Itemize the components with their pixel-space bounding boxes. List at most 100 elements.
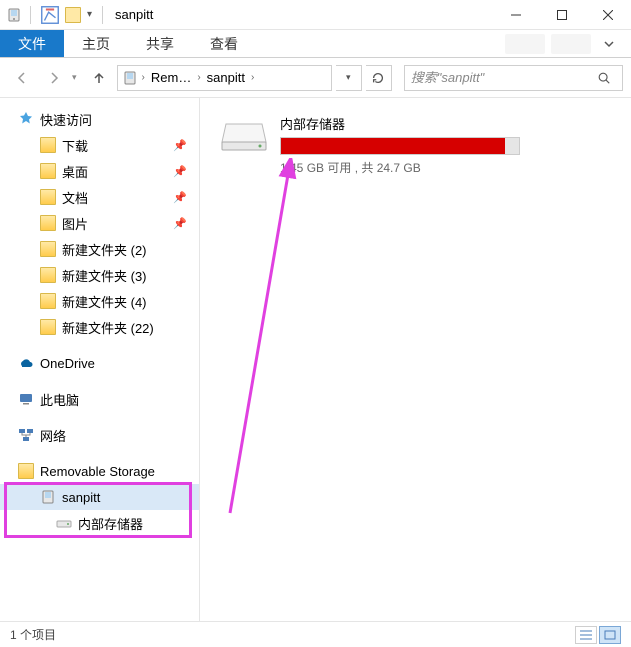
recent-locations-icon[interactable]: ▾: [72, 72, 77, 83]
content-pane[interactable]: 内部存储器 1.45 GB 可用 , 共 24.7 GB: [200, 98, 631, 621]
breadcrumb-sep-icon[interactable]: ›: [249, 72, 256, 83]
sidebar-item-label: 新建文件夹 (3): [62, 266, 147, 285]
sidebar-item-label: Removable Storage: [40, 464, 155, 479]
pin-icon: 📌: [173, 217, 187, 230]
sidebar-item-label: 快速访问: [40, 110, 92, 129]
drive-icon: [220, 118, 268, 154]
sidebar-onedrive[interactable]: OneDrive: [0, 350, 199, 376]
pin-icon: 📌: [173, 139, 187, 152]
qat-properties-icon[interactable]: [39, 4, 61, 26]
sidebar-item-label: 新建文件夹 (4): [62, 292, 147, 311]
sidebar-item-label: 桌面: [62, 162, 88, 181]
quick-access-toolbar: ▾: [0, 4, 107, 26]
sidebar-this-pc[interactable]: 此电脑: [0, 386, 199, 412]
qat-divider-2: [102, 6, 103, 24]
sidebar-network[interactable]: 网络: [0, 422, 199, 448]
sidebar-item-label: 图片: [62, 214, 88, 233]
drive-icon: [56, 515, 72, 531]
search-input[interactable]: [411, 70, 592, 85]
navigation-bar: ▾ › Rem… › sanpitt › ▾: [0, 58, 631, 98]
annotation-arrow: [220, 158, 300, 518]
sidebar-item-desktop[interactable]: 桌面 📌: [0, 158, 199, 184]
sidebar-item-internal-storage[interactable]: 内部存储器: [0, 510, 199, 536]
device-icon: [40, 489, 56, 505]
tab-share[interactable]: 共享: [128, 30, 192, 57]
status-item-count: 1 个项目: [10, 626, 56, 643]
blurred-region: [551, 34, 591, 54]
device-icon: [6, 7, 22, 23]
view-details-button[interactable]: [575, 626, 597, 644]
refresh-button[interactable]: [366, 65, 392, 91]
sidebar-item-folder[interactable]: 新建文件夹 (4): [0, 288, 199, 314]
sidebar-item-label: 此电脑: [40, 390, 79, 409]
folder-icon: [18, 463, 34, 479]
sidebar-item-folder[interactable]: 新建文件夹 (22): [0, 314, 199, 340]
sidebar-item-label: 新建文件夹 (22): [62, 318, 154, 337]
pin-icon: 📌: [173, 165, 187, 178]
storage-fill: [281, 138, 505, 154]
network-icon: [18, 427, 34, 443]
close-button[interactable]: [585, 0, 631, 30]
folder-icon: [40, 189, 56, 205]
forward-button[interactable]: [40, 64, 68, 92]
search-icon[interactable]: [592, 71, 616, 85]
sidebar-item-label: 下载: [62, 136, 88, 155]
sidebar-quick-access[interactable]: 快速访问: [0, 106, 199, 132]
storage-bar: [280, 137, 520, 155]
star-icon: [18, 111, 34, 127]
sidebar-removable-storage[interactable]: Removable Storage: [0, 458, 199, 484]
sidebar-item-folder[interactable]: 新建文件夹 (3): [0, 262, 199, 288]
qat-folder-icon[interactable]: [65, 7, 81, 23]
address-bar[interactable]: › Rem… › sanpitt ›: [117, 65, 332, 91]
tab-home[interactable]: 主页: [64, 30, 128, 57]
address-history-button[interactable]: ▾: [336, 65, 362, 91]
sidebar-item-label: 新建文件夹 (2): [62, 240, 147, 259]
search-box[interactable]: [404, 65, 623, 91]
sidebar-item-pictures[interactable]: 图片 📌: [0, 210, 199, 236]
navigation-pane: 快速访问 下载 📌 桌面 📌 文档 📌 图片 📌: [0, 98, 200, 621]
body: 快速访问 下载 📌 桌面 📌 文档 📌 图片 📌: [0, 98, 631, 621]
drive-name: 内部存储器: [280, 114, 520, 133]
sidebar-item-label: OneDrive: [40, 356, 95, 371]
up-button[interactable]: [85, 64, 113, 92]
drive-item-internal-storage[interactable]: 内部存储器 1.45 GB 可用 , 共 24.7 GB: [220, 114, 631, 176]
ribbon-tabs: 文件 主页 共享 查看: [0, 30, 631, 58]
sidebar-item-label: 网络: [40, 426, 66, 445]
ribbon-collapse-icon[interactable]: [597, 32, 621, 56]
breadcrumb-segment[interactable]: sanpitt: [203, 70, 249, 85]
sidebar-item-folder[interactable]: 新建文件夹 (2): [0, 236, 199, 262]
sidebar-item-downloads[interactable]: 下载 📌: [0, 132, 199, 158]
view-buttons: [575, 626, 621, 644]
folder-icon: [40, 215, 56, 231]
view-large-icons-button[interactable]: [599, 626, 621, 644]
file-tab[interactable]: 文件: [0, 30, 64, 57]
folder-icon: [40, 319, 56, 335]
qat-divider: [30, 6, 31, 24]
breadcrumb-sep-icon[interactable]: ›: [140, 72, 147, 83]
cloud-icon: [18, 355, 34, 371]
folder-icon: [40, 293, 56, 309]
folder-icon: [40, 241, 56, 257]
address-device-icon: [122, 70, 138, 86]
ribbon-right: [505, 30, 631, 57]
drive-info: 内部存储器 1.45 GB 可用 , 共 24.7 GB: [280, 114, 520, 176]
status-bar: 1 个项目: [0, 621, 631, 647]
window-controls: [493, 0, 631, 30]
maximize-button[interactable]: [539, 0, 585, 30]
minimize-button[interactable]: [493, 0, 539, 30]
sidebar-item-label: 内部存储器: [78, 514, 143, 533]
sidebar-item-label: sanpitt: [62, 490, 100, 505]
breadcrumb-segment[interactable]: Rem…: [147, 70, 195, 85]
drive-stats: 1.45 GB 可用 , 共 24.7 GB: [280, 159, 520, 176]
blurred-region: [505, 34, 545, 54]
folder-icon: [40, 163, 56, 179]
back-button[interactable]: [8, 64, 36, 92]
breadcrumb-sep-icon[interactable]: ›: [195, 72, 202, 83]
qat-dropdown-icon[interactable]: ▾: [87, 9, 92, 20]
sidebar-item-documents[interactable]: 文档 📌: [0, 184, 199, 210]
sidebar-item-sanpitt[interactable]: sanpitt: [0, 484, 199, 510]
title-bar: ▾ sanpitt: [0, 0, 631, 30]
folder-icon: [40, 267, 56, 283]
window-title: sanpitt: [115, 7, 153, 22]
tab-view[interactable]: 查看: [192, 30, 256, 57]
